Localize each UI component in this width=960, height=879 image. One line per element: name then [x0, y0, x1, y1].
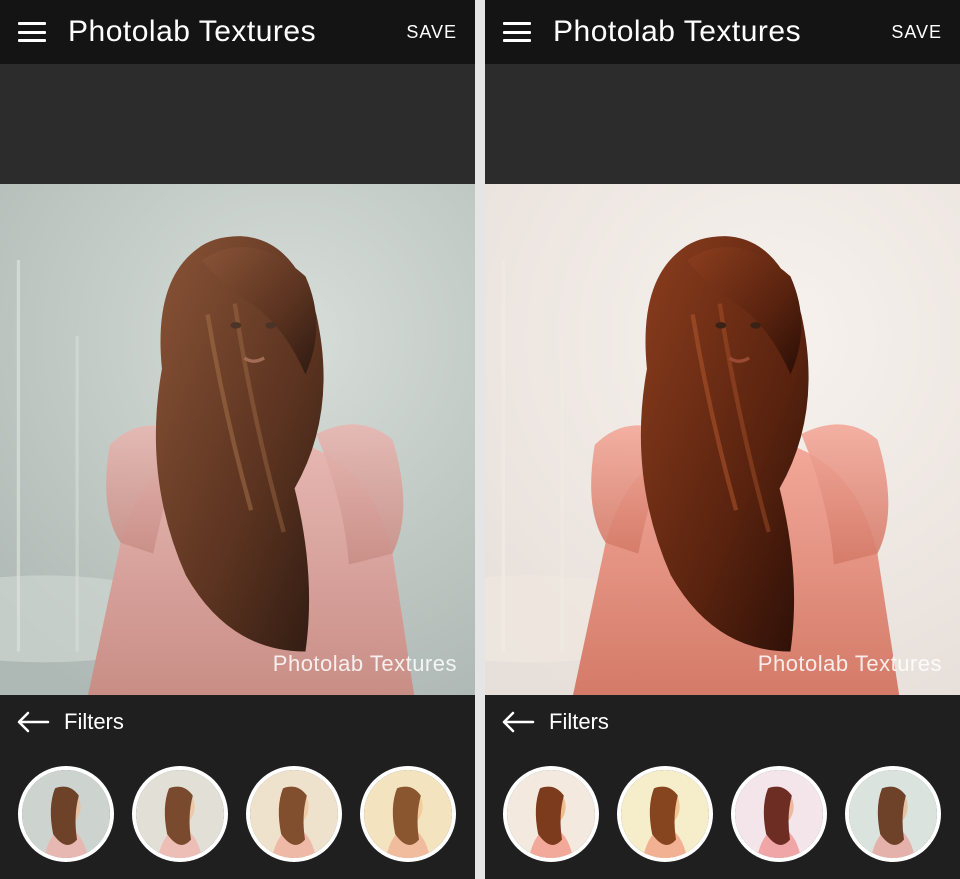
app-screen-left: Photolab Textures SAVE	[0, 0, 475, 879]
filter-bar: Filters	[485, 695, 960, 749]
filter-thumb-1[interactable]	[503, 766, 599, 862]
app-screen-right: Photolab Textures SAVE	[485, 0, 960, 879]
toolbar-spacer	[485, 64, 960, 184]
main-photo-canvas[interactable]: Photolab Textures	[0, 184, 475, 695]
top-bar: Photolab Textures SAVE	[0, 0, 475, 64]
hamburger-menu-icon[interactable]	[18, 22, 46, 42]
filter-thumb-4[interactable]	[845, 766, 941, 862]
back-arrow-icon[interactable]	[501, 710, 535, 734]
top-bar: Photolab Textures SAVE	[485, 0, 960, 64]
filter-thumbnails-row[interactable]	[0, 749, 475, 879]
filter-thumb-3[interactable]	[731, 766, 827, 862]
filter-thumb-4[interactable]	[360, 766, 456, 862]
save-button[interactable]: SAVE	[406, 22, 457, 43]
filter-thumb-3[interactable]	[246, 766, 342, 862]
hamburger-menu-icon[interactable]	[503, 22, 531, 42]
filter-thumbnails-row[interactable]	[485, 749, 960, 879]
filter-thumb-2[interactable]	[132, 766, 228, 862]
panel-divider	[475, 0, 485, 879]
toolbar-spacer	[0, 64, 475, 184]
app-title: Photolab Textures	[553, 15, 891, 49]
back-arrow-icon[interactable]	[16, 710, 50, 734]
filters-label: Filters	[64, 709, 124, 735]
filter-thumb-2[interactable]	[617, 766, 713, 862]
save-button[interactable]: SAVE	[891, 22, 942, 43]
app-title: Photolab Textures	[68, 15, 406, 49]
main-photo-canvas[interactable]: Photolab Textures	[485, 184, 960, 695]
filter-bar: Filters	[0, 695, 475, 749]
filters-label: Filters	[549, 709, 609, 735]
filter-thumb-1[interactable]	[18, 766, 114, 862]
